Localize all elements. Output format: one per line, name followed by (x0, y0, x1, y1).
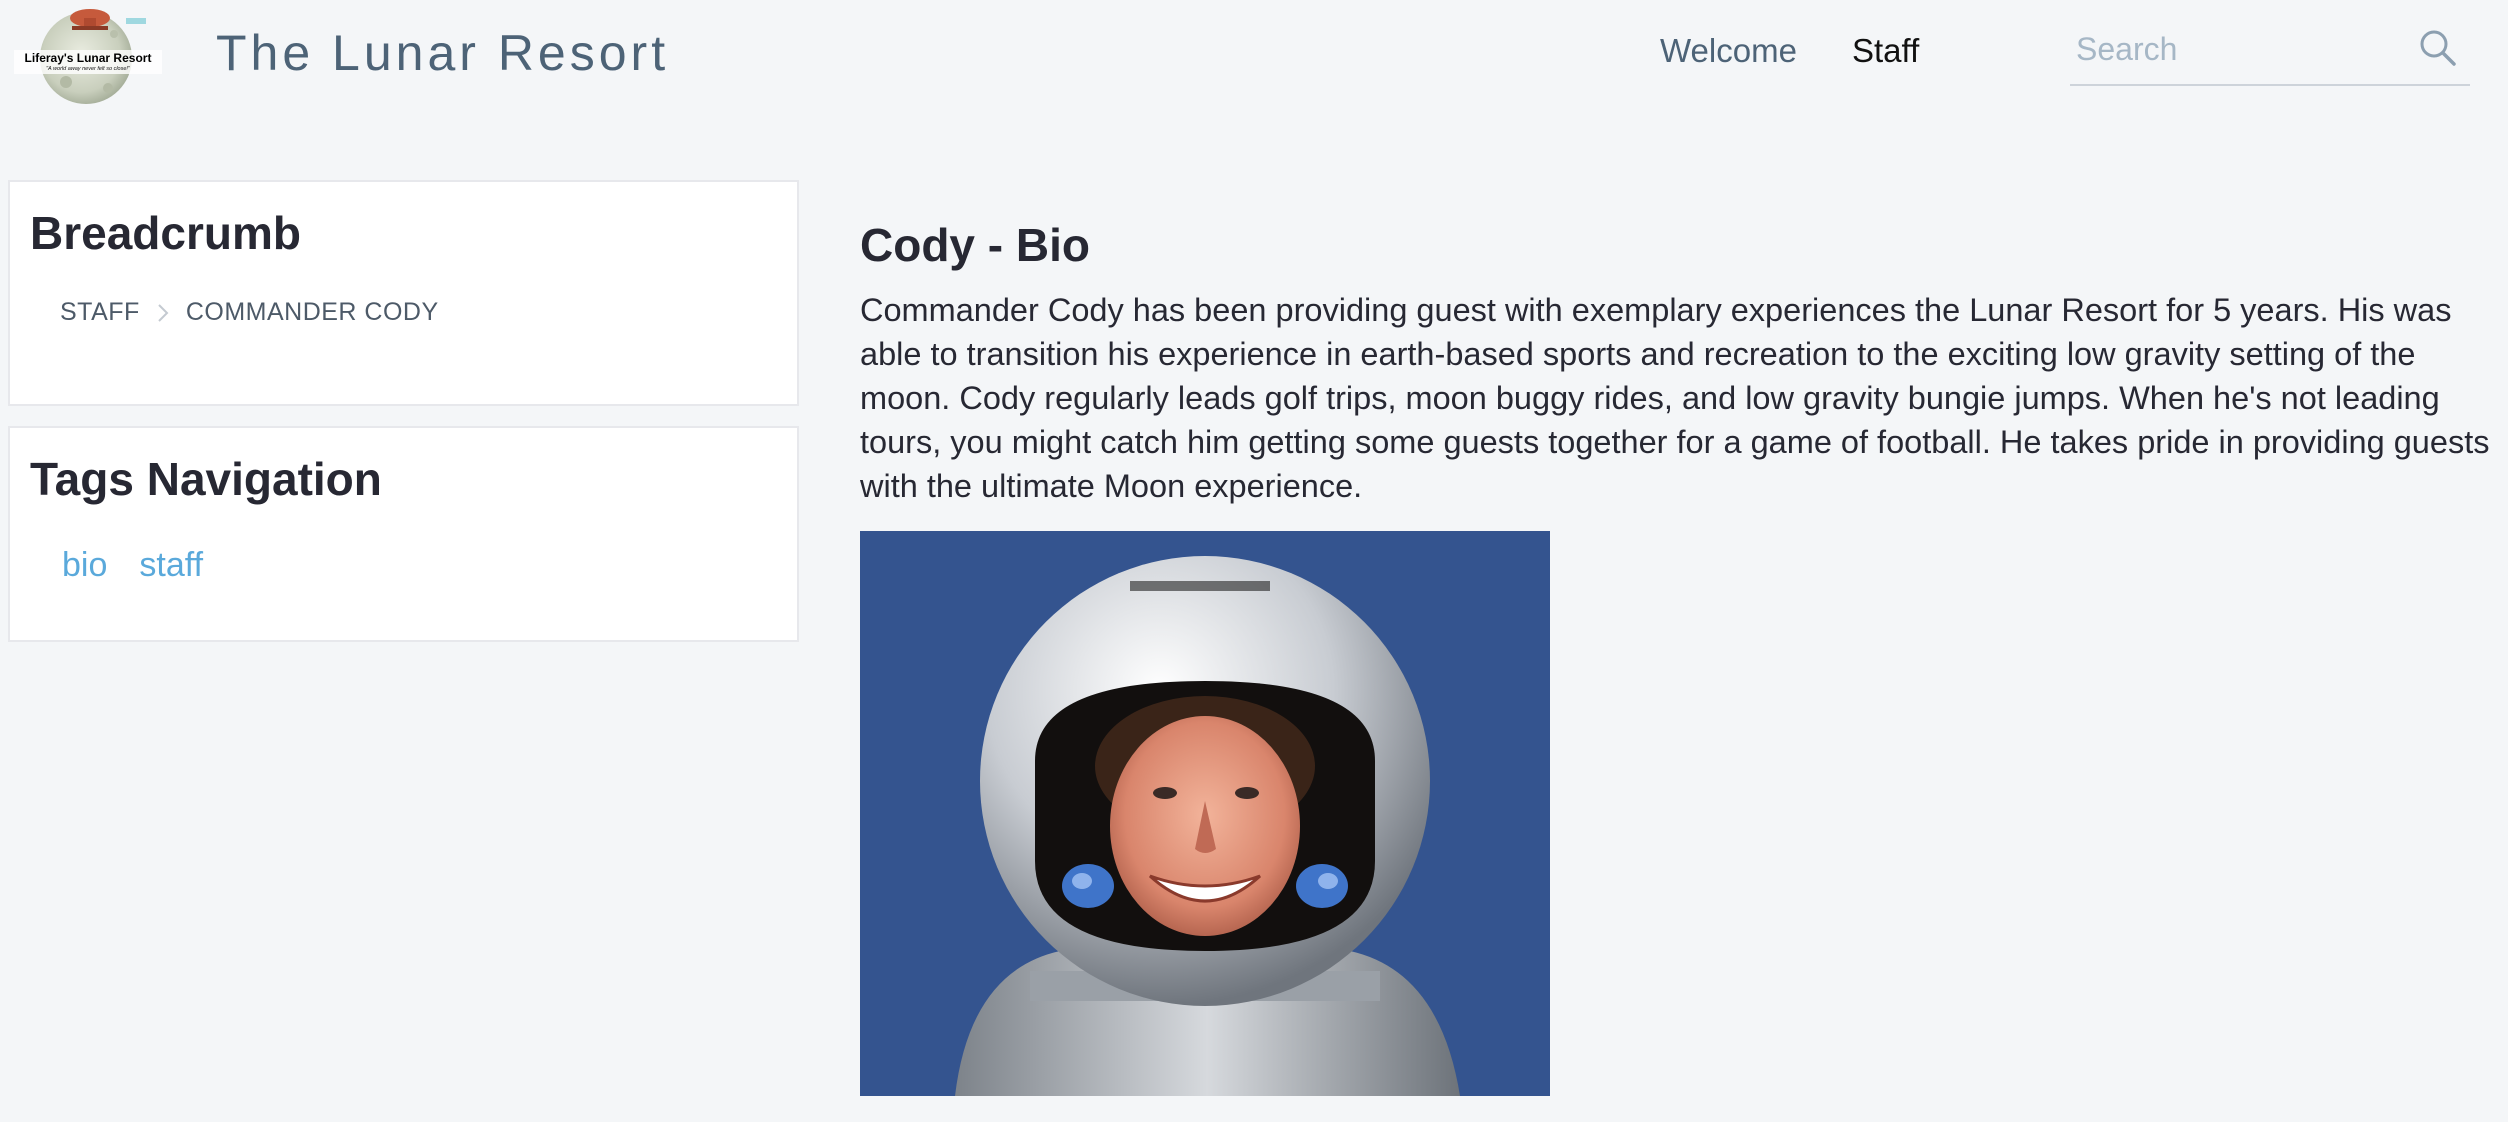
site-logo[interactable]: Liferay's Lunar Resort "A world away nev… (14, 4, 162, 112)
article-title: Cody - Bio (860, 219, 1090, 271)
breadcrumb-item-current: COMMANDER CODY (185, 298, 439, 326)
breadcrumb-panel-title: Breadcrumb (30, 207, 301, 259)
tags-panel-title: Tags Navigation (30, 453, 382, 505)
search-icon[interactable] (2416, 26, 2460, 70)
search-input[interactable] (2076, 26, 2406, 72)
astronaut-portrait-image (860, 531, 1550, 1096)
breadcrumb: STAFF COMMANDER CODY (60, 298, 439, 327)
tag-link-bio[interactable]: bio (62, 546, 107, 585)
logo-text: Liferay's Lunar Resort (24, 51, 152, 65)
site-title: The Lunar Resort (216, 25, 670, 81)
astronaut-portrait-icon (860, 531, 1550, 1096)
nav-item-welcome[interactable]: Welcome (1660, 32, 1797, 70)
breadcrumb-panel: Breadcrumb STAFF COMMANDER CODY (8, 180, 799, 406)
tags-navigation-panel: Tags Navigation bio staff (8, 426, 799, 642)
site-header: Liferay's Lunar Resort "A world away nev… (0, 0, 2508, 130)
article-body: Commander Cody has been providing guest … (860, 292, 2490, 504)
logo-tagline: "A world away never felt so close!" (46, 66, 130, 72)
tag-link-staff[interactable]: staff (139, 546, 203, 585)
nav-item-staff[interactable]: Staff (1852, 32, 1919, 70)
breadcrumb-item-staff[interactable]: STAFF (60, 298, 140, 327)
tag-list: bio staff (62, 546, 203, 585)
search-bar (2070, 20, 2470, 86)
chevron-right-icon (152, 302, 174, 324)
